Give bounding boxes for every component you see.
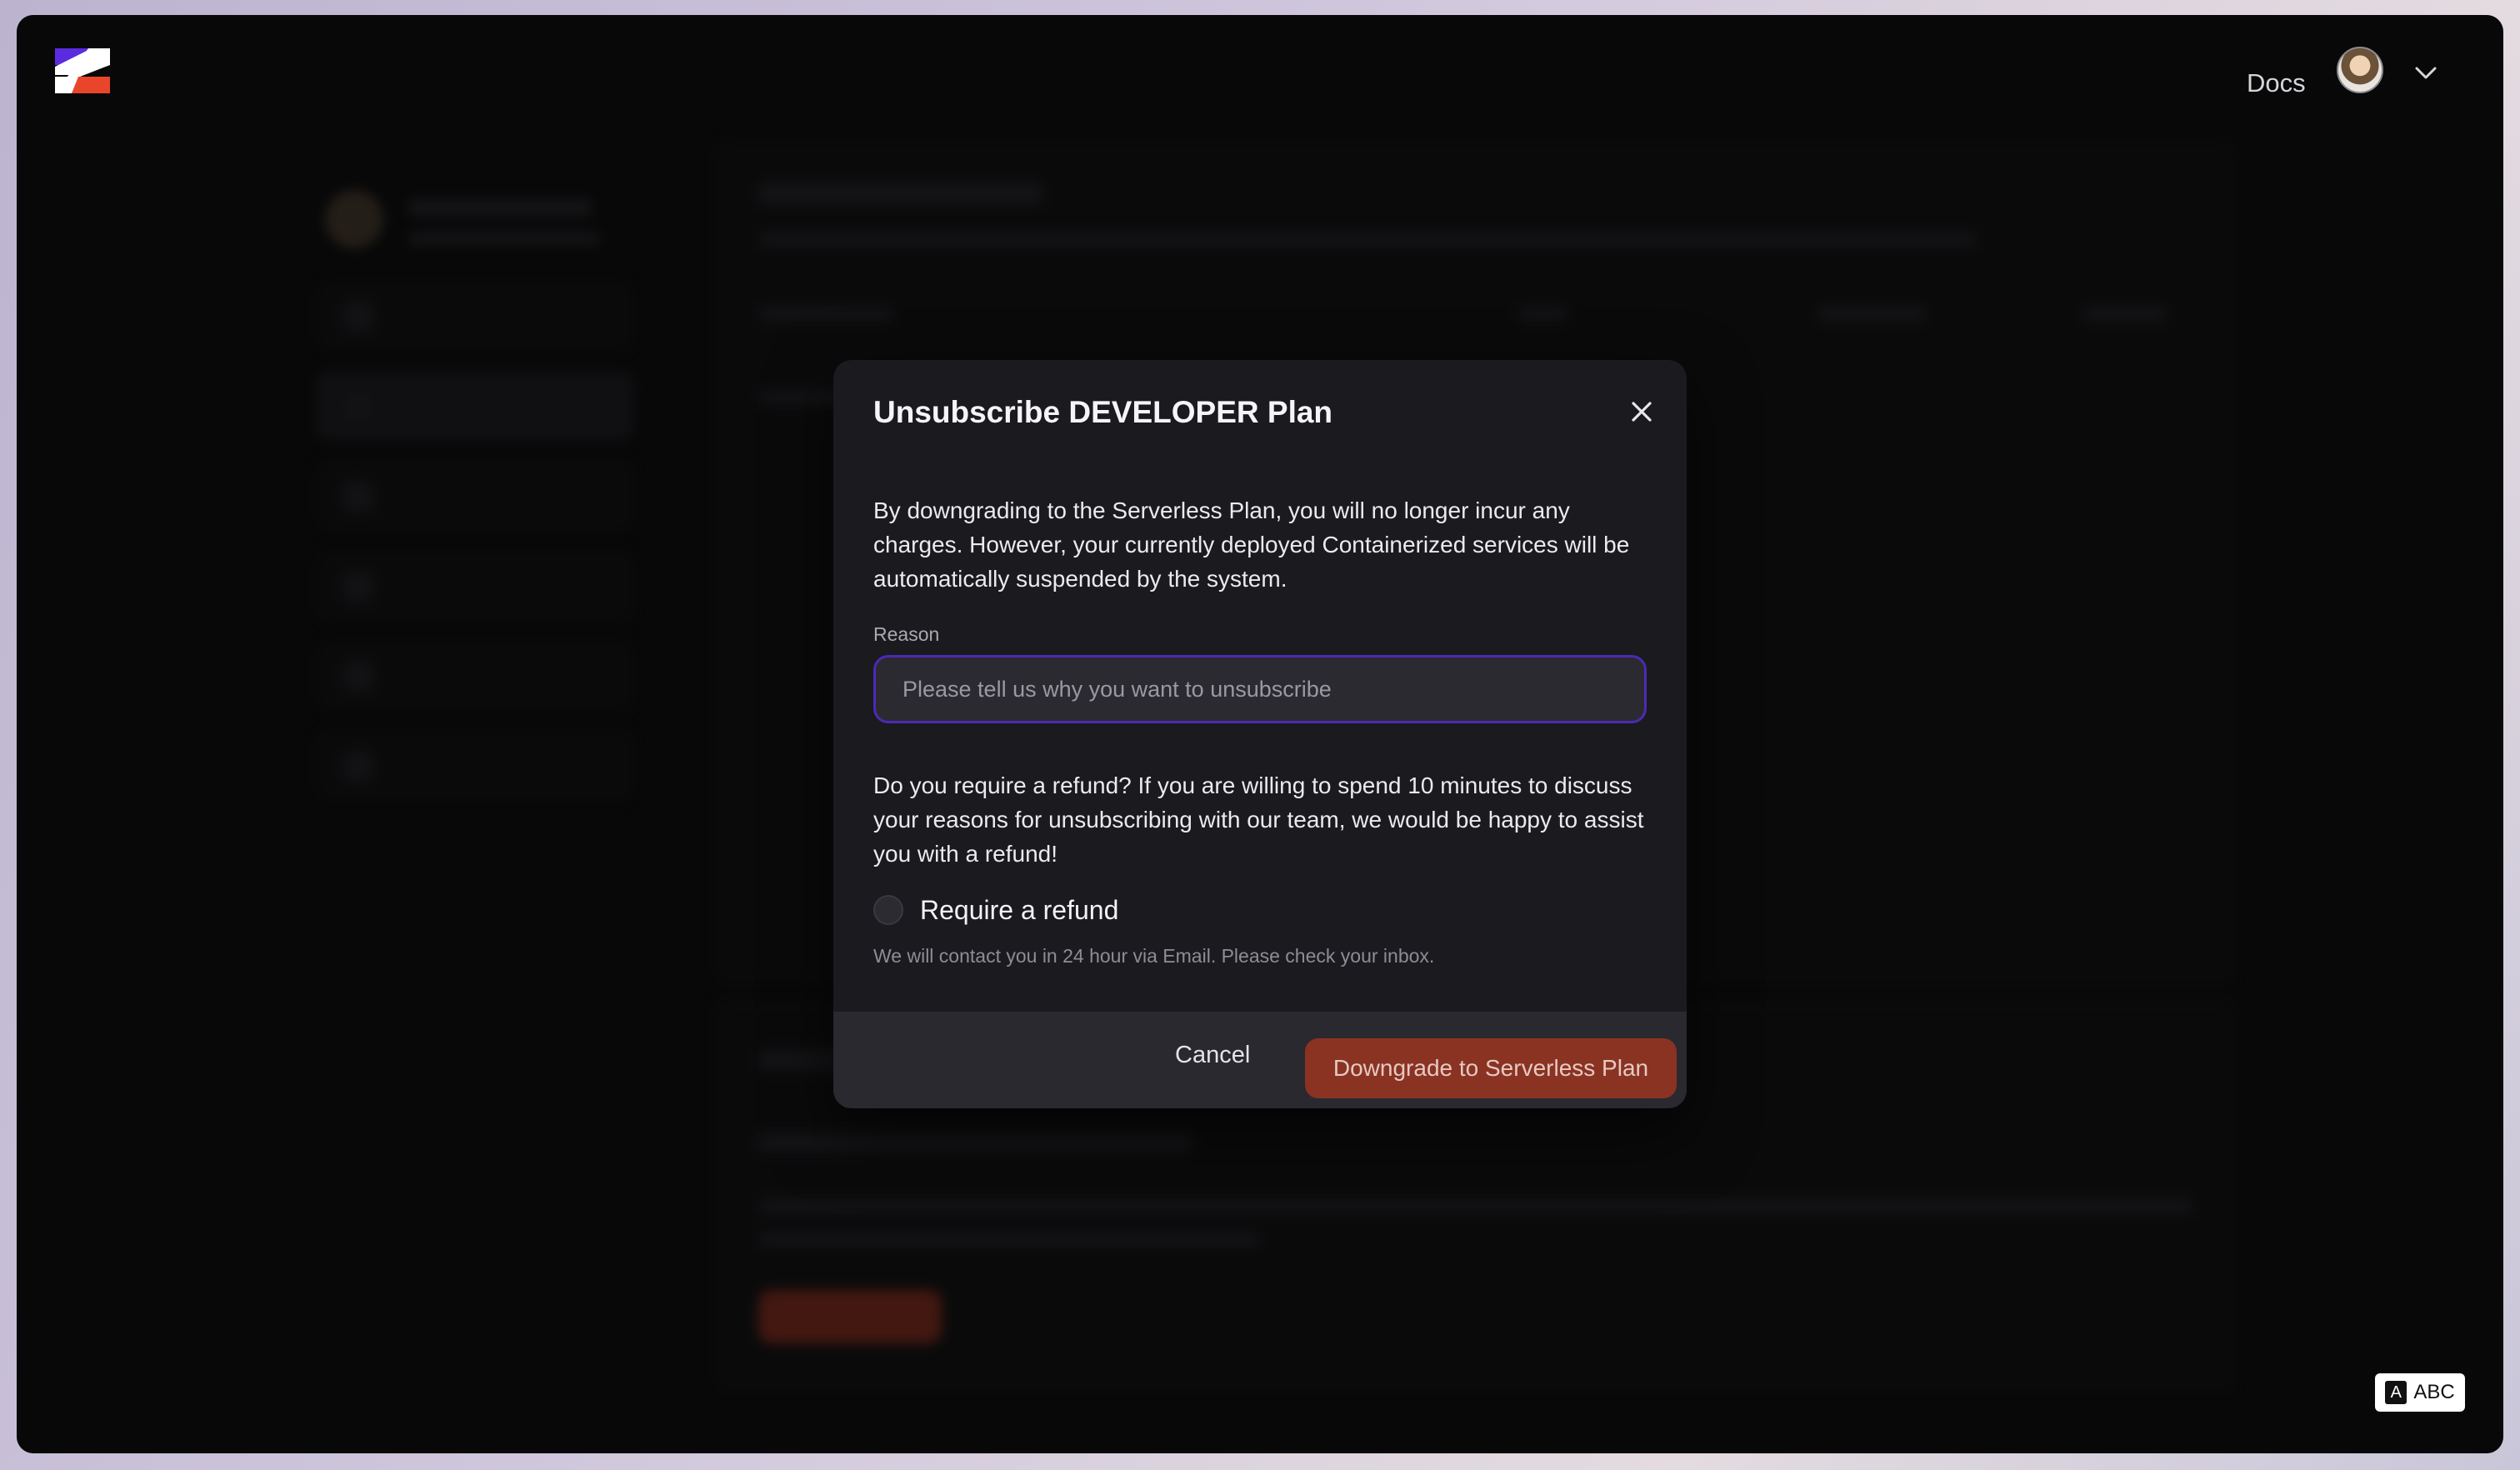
unsubscribe-dialog: Unsubscribe DEVELOPER Plan By downgradin… <box>833 360 1687 1108</box>
docs-link[interactable]: Docs <box>2247 68 2306 98</box>
require-refund-option[interactable]: Require a refund <box>873 892 1118 928</box>
refund-hint: We will contact you in 24 hour via Email… <box>873 945 1435 967</box>
close-icon[interactable] <box>1627 397 1657 427</box>
brand-logo-icon[interactable] <box>55 48 110 93</box>
input-method-icon: A <box>2385 1381 2408 1404</box>
input-method-label: ABC <box>2413 1381 2455 1403</box>
refund-description: Do you require a refund? If you are will… <box>873 772 1644 867</box>
dialog-title: Unsubscribe DEVELOPER Plan <box>873 395 1333 429</box>
app-window: Docs Unsubscribe DEVELOPER Plan By downg… <box>17 15 2503 1453</box>
user-avatar-icon[interactable] <box>2337 47 2383 93</box>
downgrade-description: By downgrading to the Serverless Plan, y… <box>873 498 1630 592</box>
require-refund-label[interactable]: Require a refund <box>920 895 1118 926</box>
reason-label: Reason <box>873 623 940 645</box>
chevron-down-icon[interactable] <box>2413 60 2438 85</box>
reason-input[interactable] <box>873 655 1647 723</box>
downgrade-button[interactable]: Downgrade to Serverless Plan <box>1305 1038 1677 1098</box>
cancel-button[interactable]: Cancel <box>1175 1042 1250 1069</box>
input-method-badge[interactable]: A ABC <box>2375 1373 2465 1412</box>
require-refund-checkbox[interactable] <box>873 895 903 925</box>
dialog-footer: Cancel Downgrade to Serverless Plan <box>833 1012 1687 1108</box>
